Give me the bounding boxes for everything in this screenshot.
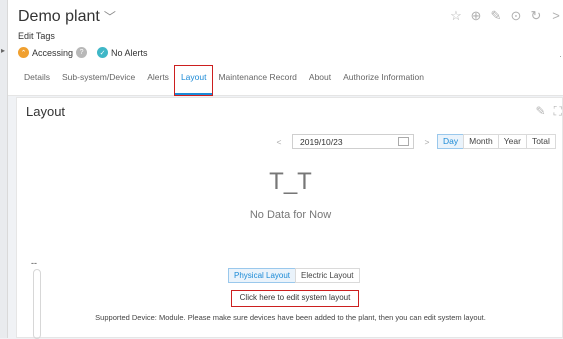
tab-bar: Details Sub-system/Device Alerts Layout … xyxy=(8,65,563,96)
alert-status-icon: ✓ xyxy=(97,47,109,58)
accessing-label: Accessing xyxy=(32,47,74,58)
expand-arrow-icon[interactable]: ▸ xyxy=(1,46,5,55)
period-month-button[interactable]: Month xyxy=(463,134,499,149)
edit-tags-link[interactable]: Edit Tags xyxy=(18,31,55,41)
electric-layout-tab[interactable]: Electric Layout xyxy=(295,268,360,283)
tab-authorize-information[interactable]: Authorize Information xyxy=(337,66,430,95)
app-frame: ▸ Demo plant ﹀ Edit Tags ⌃ Accessing ? ✓ … xyxy=(0,0,563,339)
panel-title: Layout xyxy=(26,104,66,119)
period-year-button[interactable]: Year xyxy=(497,134,527,149)
tab-alerts[interactable]: Alerts xyxy=(141,66,175,95)
physical-layout-tab[interactable]: Physical Layout xyxy=(228,268,297,283)
prev-date-icon[interactable]: < xyxy=(272,137,286,147)
chevron-down-icon[interactable]: ﹀ xyxy=(104,8,116,25)
date-picker[interactable]: 2019/10/23 xyxy=(292,134,414,149)
accessing-status-icon: ⌃ xyxy=(18,47,29,58)
plant-title[interactable]: Demo plant ﹀ xyxy=(18,8,116,26)
next-date-icon[interactable]: > xyxy=(420,137,434,147)
overflow-dot: · xyxy=(559,51,562,61)
no-data-message: No Data for Now xyxy=(249,209,332,221)
period-total-button[interactable]: Total xyxy=(525,134,556,149)
tab-maintenance-record[interactable]: Maintenance Record xyxy=(212,66,302,95)
help-icon[interactable]: ? xyxy=(76,47,88,58)
alerts-label: No Alerts xyxy=(111,47,148,58)
tab-about[interactable]: About xyxy=(303,66,337,95)
panel-toolbar: ✎ ⛶ xyxy=(536,104,562,119)
supported-device-note: Supported Device: Module. Please make su… xyxy=(95,313,486,322)
plant-header: Demo plant ﹀ Edit Tags ⌃ Accessing ? ✓ No… xyxy=(8,0,563,96)
more-circle-icon[interactable]: ⊙ xyxy=(509,8,523,24)
header-toolbar: ☆ ⊕ ✎ ⊙ ↻ > xyxy=(449,8,563,24)
tab-layout[interactable]: Layout xyxy=(173,65,214,96)
edit-square-icon[interactable]: ✎ xyxy=(489,8,503,24)
status-row: ⌃ Accessing ? ✓ No Alerts xyxy=(18,47,148,58)
edit-icon[interactable]: ✎ xyxy=(536,104,546,119)
date-controls: < 2019/10/23 > Day Month Year Total xyxy=(272,134,556,149)
fullscreen-icon[interactable]: ⛶ xyxy=(554,104,562,119)
refresh-icon[interactable]: ↻ xyxy=(529,8,543,24)
empty-emoticon: T_T xyxy=(269,168,312,195)
tab-details[interactable]: Details xyxy=(18,66,56,95)
edit-system-layout-button[interactable]: Click here to edit system layout xyxy=(231,290,359,307)
date-value: 2019/10/23 xyxy=(300,136,343,147)
vertical-slider[interactable] xyxy=(33,269,41,339)
period-day-button[interactable]: Day xyxy=(437,134,465,149)
period-selector: Day Month Year Total xyxy=(437,134,556,149)
plus-circle-icon[interactable]: ⊕ xyxy=(469,8,483,24)
layout-panel: Layout ✎ ⛶ < 2019/10/23 > Day Month Year… xyxy=(16,97,563,339)
plant-name: Demo plant xyxy=(18,8,100,25)
left-collapse-strip[interactable]: ▸ xyxy=(0,0,8,338)
calendar-icon[interactable] xyxy=(398,137,409,146)
placeholder-dash: -- xyxy=(31,258,37,268)
tab-sub-system-device[interactable]: Sub-system/Device xyxy=(56,66,141,95)
layout-type-tabs: Physical Layout Electric Layout xyxy=(228,268,360,283)
chevron-right-icon[interactable]: > xyxy=(549,8,563,24)
star-outline-icon[interactable]: ☆ xyxy=(449,8,463,24)
